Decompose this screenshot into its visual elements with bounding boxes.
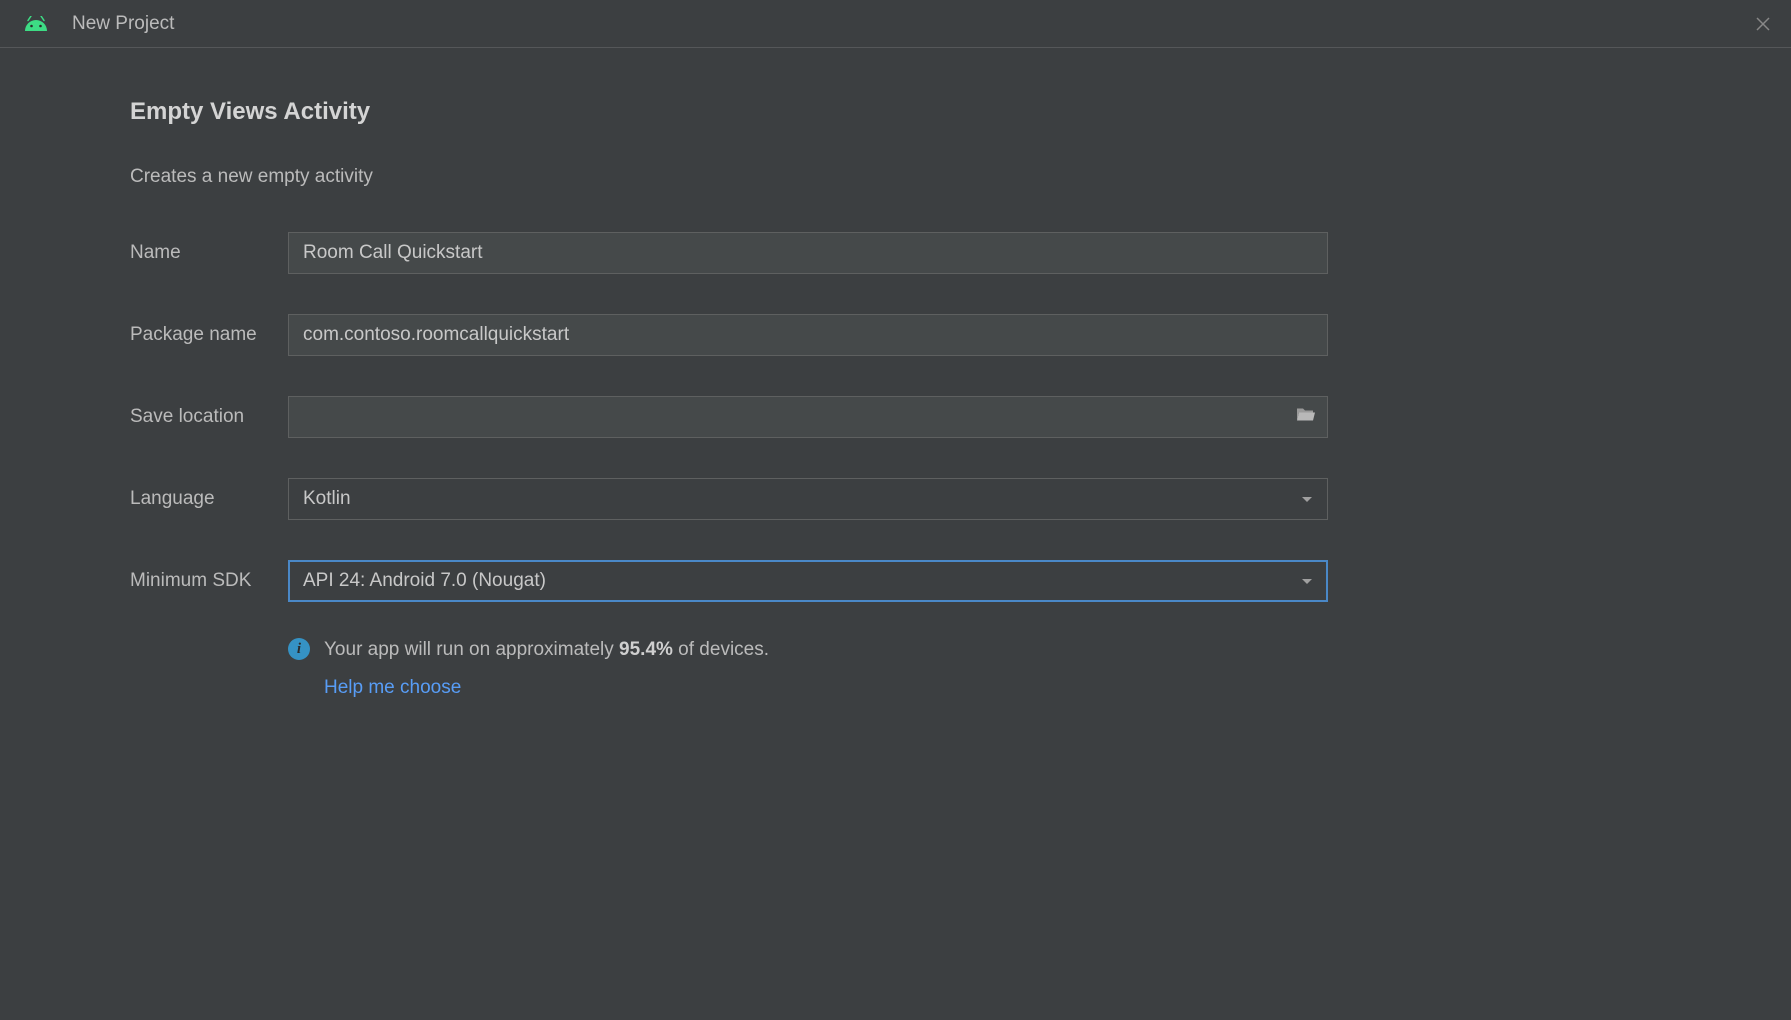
content-area: Empty Views Activity Creates a new empty…: [0, 48, 1791, 755]
row-language: Language Kotlin: [130, 478, 1661, 520]
folder-open-icon: [1296, 407, 1316, 423]
language-value: Kotlin: [303, 488, 1301, 510]
page-title: Empty Views Activity: [130, 98, 1661, 126]
close-button[interactable]: [1753, 14, 1773, 34]
info-text-before: Your app will run on approximately: [324, 639, 619, 660]
info-icon: i: [288, 638, 310, 660]
row-name: Name: [130, 232, 1661, 274]
page-description: Creates a new empty activity: [130, 166, 1661, 188]
close-icon: [1756, 17, 1770, 31]
chevron-down-icon: [1301, 570, 1313, 592]
help-me-choose-link[interactable]: Help me choose: [324, 672, 461, 704]
min-sdk-value: API 24: Android 7.0 (Nougat): [303, 570, 1301, 592]
label-name: Name: [130, 242, 288, 264]
titlebar: New Project: [0, 0, 1791, 48]
row-min-sdk: Minimum SDK API 24: Android 7.0 (Nougat): [130, 560, 1661, 602]
window-title: New Project: [72, 13, 174, 35]
name-input[interactable]: [288, 232, 1328, 274]
language-select[interactable]: Kotlin: [288, 478, 1328, 520]
row-package: Package name: [130, 314, 1661, 356]
sdk-info-row: i Your app will run on approximately 95.…: [288, 634, 1661, 705]
info-percent: 95.4%: [619, 639, 673, 660]
chevron-down-icon: [1301, 488, 1313, 510]
sdk-info-text: Your app will run on approximately 95.4%…: [324, 634, 769, 705]
minimum-sdk-select[interactable]: API 24: Android 7.0 (Nougat): [288, 560, 1328, 602]
label-save-location: Save location: [130, 406, 288, 428]
android-icon: [24, 12, 48, 36]
label-package: Package name: [130, 324, 288, 346]
label-language: Language: [130, 488, 288, 510]
row-save-location: Save location: [130, 396, 1661, 438]
save-location-input[interactable]: [288, 396, 1328, 438]
browse-folder-button[interactable]: [1296, 407, 1316, 428]
package-name-input[interactable]: [288, 314, 1328, 356]
label-min-sdk: Minimum SDK: [130, 570, 288, 592]
info-text-after: of devices.: [673, 639, 769, 660]
